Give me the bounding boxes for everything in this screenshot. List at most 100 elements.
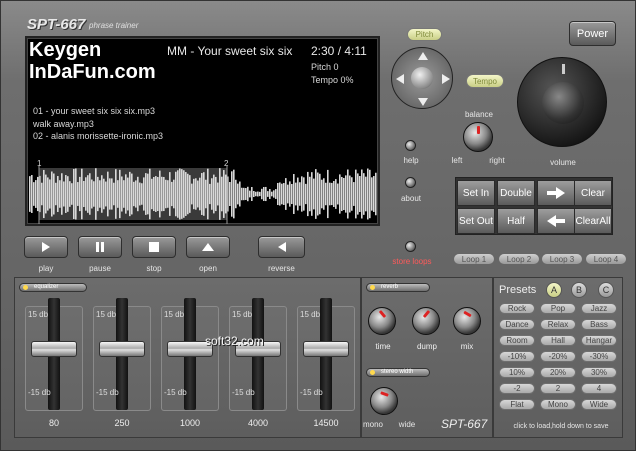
pad-center[interactable] bbox=[411, 67, 433, 89]
preset-pitch-plus-2[interactable]: 2 bbox=[540, 383, 576, 394]
help-button[interactable] bbox=[405, 140, 416, 151]
reverb-time-label: time bbox=[375, 342, 391, 351]
tempo-readout: Tempo 0% bbox=[311, 75, 354, 85]
pitch-down-icon[interactable] bbox=[418, 98, 428, 106]
reverse-button[interactable] bbox=[258, 236, 305, 258]
power-button[interactable]: Power bbox=[569, 21, 616, 46]
pitch-up-icon[interactable] bbox=[418, 52, 428, 60]
open-label: open bbox=[199, 264, 217, 273]
eq-slider-250[interactable] bbox=[99, 341, 145, 357]
reverse-icon bbox=[277, 242, 286, 252]
loop-2-button[interactable]: Loop 2 bbox=[498, 253, 540, 265]
track-title: MM - Your sweet six six bbox=[167, 44, 293, 58]
preset-minus-20[interactable]: -20% bbox=[540, 351, 576, 362]
stereo-width-knob[interactable] bbox=[370, 387, 398, 415]
double-button[interactable]: Double bbox=[497, 180, 535, 206]
back-arrow-button[interactable] bbox=[537, 208, 575, 234]
app-subtitle: phrase trainer bbox=[89, 21, 139, 30]
playlist-item[interactable]: 01 - your sweet six six six.mp3 bbox=[33, 106, 155, 116]
reverb-mix-knob[interactable] bbox=[453, 307, 481, 335]
stop-label: stop bbox=[146, 264, 162, 273]
preset-hangar[interactable]: Hangar bbox=[581, 335, 617, 346]
preset-bass[interactable]: Bass bbox=[581, 319, 617, 330]
eq-bottom-db: -15 db bbox=[164, 388, 187, 397]
clear-all-button[interactable]: ClearAll bbox=[574, 208, 612, 234]
volume-knob[interactable] bbox=[517, 57, 607, 147]
pause-button[interactable] bbox=[78, 236, 122, 258]
reverb-time-knob[interactable] bbox=[368, 307, 396, 335]
balance-label: balance bbox=[464, 110, 494, 119]
preset-dance[interactable]: Dance bbox=[499, 319, 535, 330]
eq-slider-80[interactable] bbox=[31, 341, 77, 357]
preset-hall[interactable]: Hall bbox=[540, 335, 576, 346]
balance-right-label: right bbox=[489, 156, 505, 165]
loop-3-button[interactable]: Loop 3 bbox=[541, 253, 583, 265]
about-button[interactable] bbox=[405, 177, 416, 188]
presets-title: Presets bbox=[499, 284, 537, 296]
preset-wide[interactable]: Wide bbox=[581, 399, 617, 410]
preset-rock[interactable]: Rock bbox=[499, 303, 535, 314]
preset-plus-30[interactable]: 30% bbox=[581, 367, 617, 378]
eq-top-db: 15 db bbox=[28, 310, 49, 319]
eq-bottom-db: -15 db bbox=[28, 388, 51, 397]
eq-freq-4000: 4000 bbox=[247, 418, 269, 428]
play-button[interactable] bbox=[24, 236, 68, 258]
preset-flat[interactable]: Flat bbox=[499, 399, 535, 410]
preset-pitch-minus-2[interactable]: -2 bbox=[499, 383, 535, 394]
open-button[interactable] bbox=[186, 236, 230, 258]
preset-slot-c[interactable]: C bbox=[598, 282, 614, 298]
half-button[interactable]: Half bbox=[497, 208, 535, 234]
presets-hint: click to load,hold down to save bbox=[513, 423, 609, 430]
help-label: help bbox=[403, 156, 419, 165]
forward-arrow-button[interactable] bbox=[537, 180, 575, 206]
eq-slider-14500[interactable] bbox=[303, 341, 349, 357]
preset-pitch-plus-4[interactable]: 4 bbox=[581, 383, 617, 394]
reverb-dump-knob[interactable] bbox=[412, 307, 440, 335]
tempo-toggle[interactable]: Tempo bbox=[466, 74, 504, 88]
arrow-right-icon bbox=[547, 187, 565, 199]
balance-left-label: left bbox=[451, 156, 463, 165]
store-loops-label: store loops bbox=[392, 257, 432, 266]
preset-minus-30[interactable]: -30% bbox=[581, 351, 617, 362]
tempo-up-icon[interactable] bbox=[442, 74, 450, 84]
eq-bottom-db: -15 db bbox=[232, 388, 255, 397]
pitch-toggle[interactable]: Pitch bbox=[407, 28, 442, 41]
watermark-line2: InDaFun.com bbox=[29, 61, 156, 83]
preset-plus-20[interactable]: 20% bbox=[540, 367, 576, 378]
preset-plus-10[interactable]: 10% bbox=[499, 367, 535, 378]
preset-slot-a[interactable]: A bbox=[546, 282, 562, 298]
pitch-tempo-pad[interactable] bbox=[391, 47, 453, 109]
stereo-wide-label: wide bbox=[398, 420, 416, 429]
preset-mono[interactable]: Mono bbox=[540, 399, 576, 410]
preset-room[interactable]: Room bbox=[499, 335, 535, 346]
time-readout: 2:30 / 4:11 bbox=[311, 44, 367, 58]
set-out-button[interactable]: Set Out bbox=[457, 208, 495, 234]
volume-label: volume bbox=[550, 158, 576, 167]
store-loops-button[interactable] bbox=[405, 241, 416, 252]
preset-pop[interactable]: Pop bbox=[540, 303, 576, 314]
reverb-header: reverb bbox=[366, 283, 430, 292]
eq-top-db: 15 db bbox=[232, 310, 253, 319]
volume-knob-cap bbox=[542, 82, 584, 124]
preset-minus-10[interactable]: -10% bbox=[499, 351, 535, 362]
eq-top-db: 15 db bbox=[96, 310, 117, 319]
preset-relax[interactable]: Relax bbox=[540, 319, 576, 330]
app-window: SPT-667 phrase trainer MM - Your sweet s… bbox=[0, 0, 636, 451]
tempo-down-icon[interactable] bbox=[396, 74, 404, 84]
stop-icon bbox=[149, 242, 159, 252]
set-in-button[interactable]: Set In bbox=[457, 180, 495, 206]
footer-brand: SPT-667 bbox=[441, 417, 488, 431]
reverb-mix-label: mix bbox=[460, 342, 474, 351]
loop-1-button[interactable]: Loop 1 bbox=[453, 253, 495, 265]
balance-knob[interactable] bbox=[463, 122, 493, 152]
eq-freq-80: 80 bbox=[48, 418, 59, 428]
stop-button[interactable] bbox=[132, 236, 176, 258]
eq-bottom-db: -15 db bbox=[300, 388, 323, 397]
playlist-item[interactable]: walk away.mp3 bbox=[33, 119, 94, 129]
preset-jazz[interactable]: Jazz bbox=[581, 303, 617, 314]
loop-4-button[interactable]: Loop 4 bbox=[585, 253, 627, 265]
waveform[interactable] bbox=[27, 166, 378, 224]
clear-button[interactable]: Clear bbox=[574, 180, 612, 206]
playlist-item[interactable]: 02 - alanis morissette-ironic.mp3 bbox=[33, 131, 163, 141]
preset-slot-b[interactable]: B bbox=[571, 282, 587, 298]
